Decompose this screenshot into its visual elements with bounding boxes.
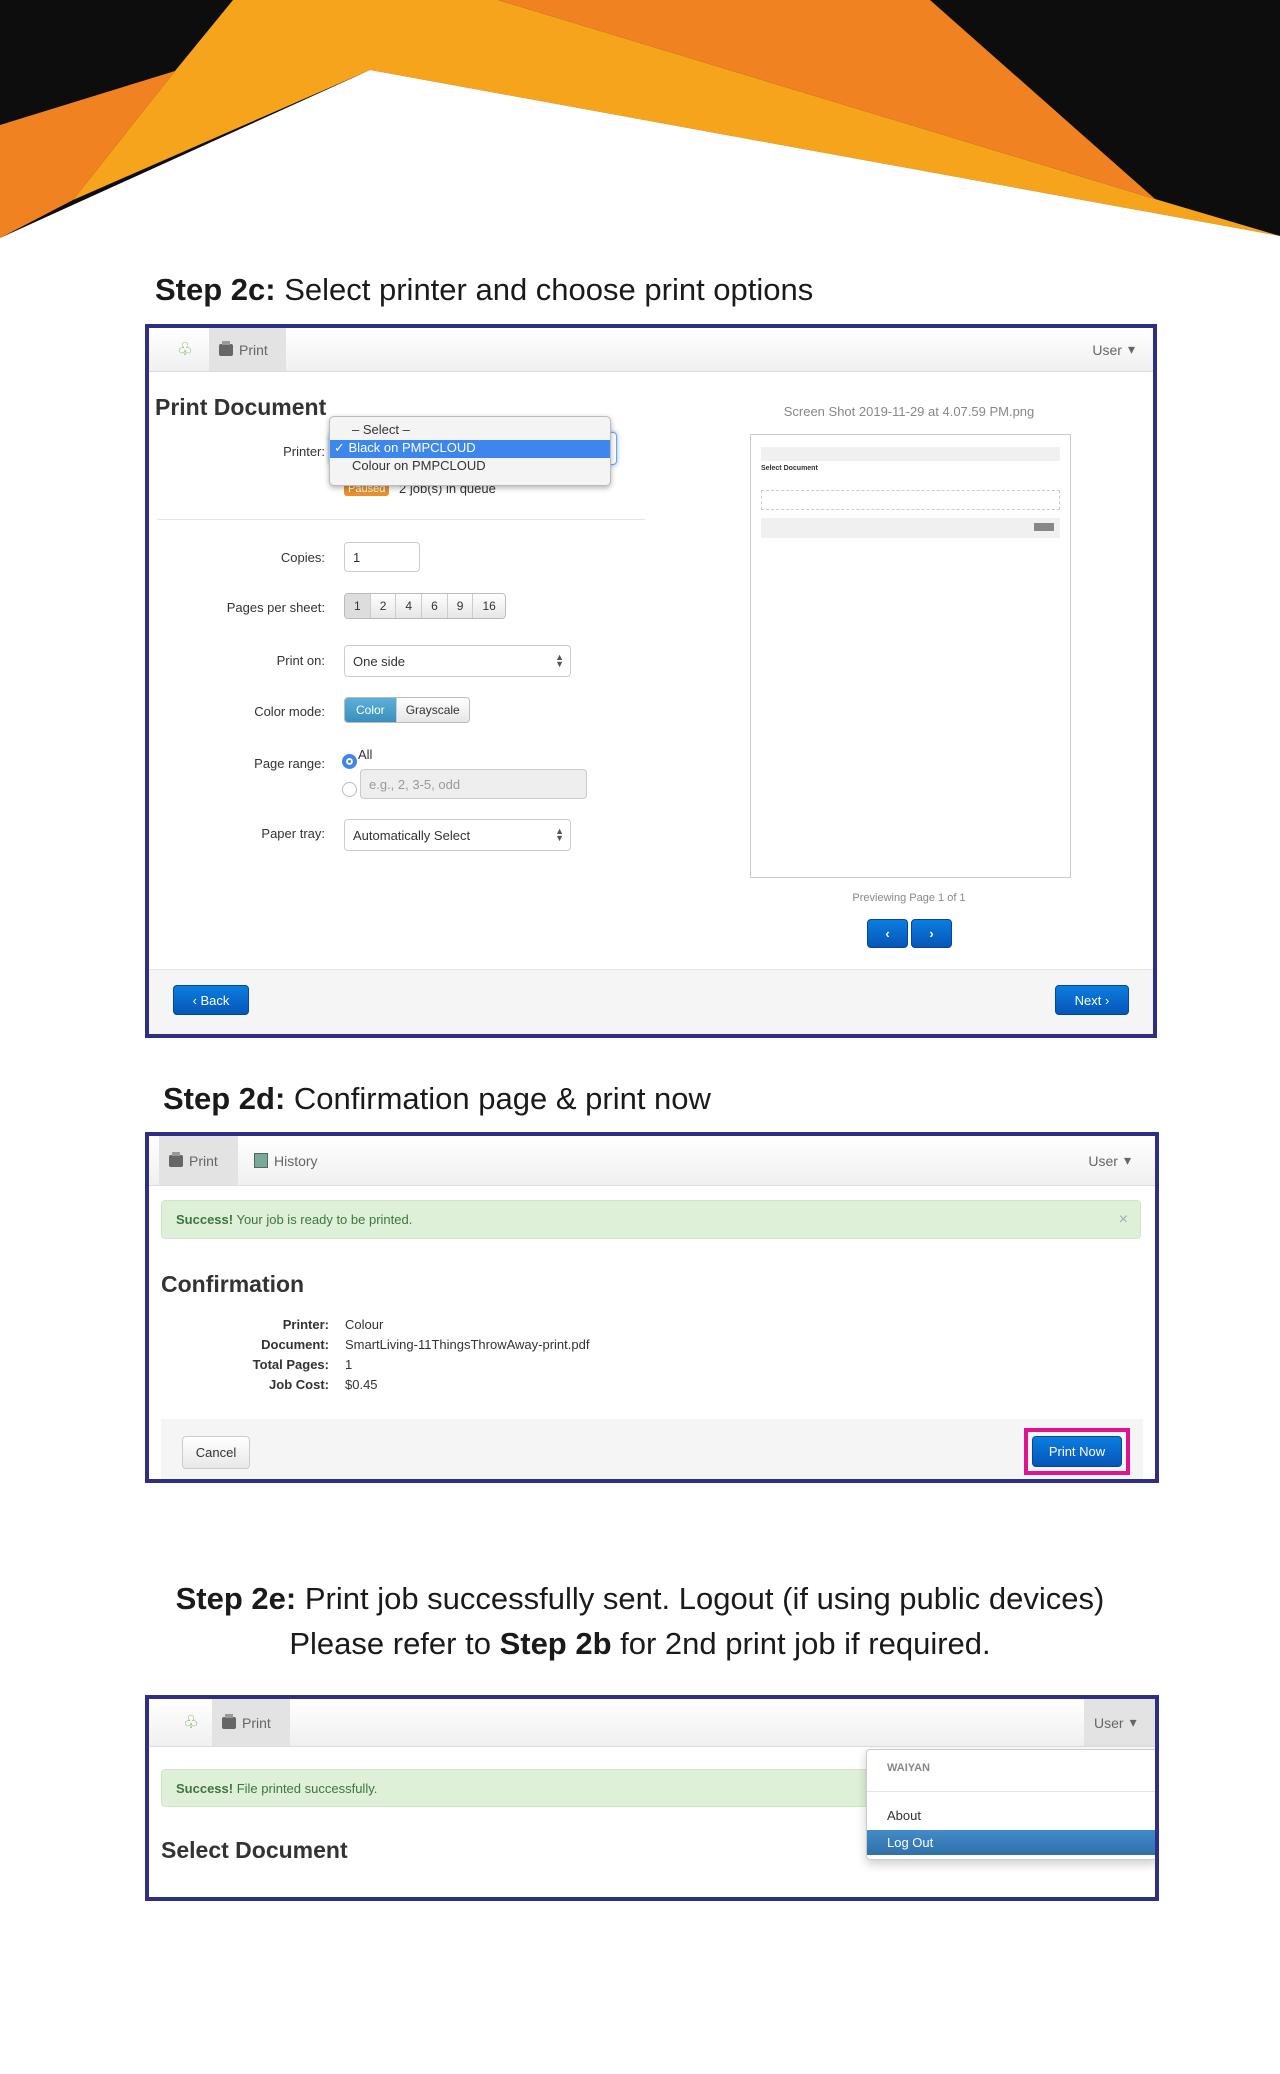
printer-icon — [219, 340, 233, 356]
preview-inner-title: Select Document — [761, 465, 818, 472]
preview-frame: Select Document — [750, 434, 1071, 878]
user-menu[interactable]: User ▾ — [1084, 1699, 1155, 1746]
printer-label: Printer: — [283, 444, 325, 459]
grayscale-button[interactable]: Grayscale — [396, 698, 469, 722]
option-black[interactable]: ✓ Black on PMPCLOUD — [330, 440, 610, 458]
next-button[interactable]: Next › — [1055, 985, 1129, 1015]
step-2c-screenshot: ♧ Print User ▾ Print Document Printer: ▲… — [145, 324, 1157, 1038]
divider — [157, 519, 645, 520]
navbar: Print History User ▾ — [149, 1136, 1155, 1186]
step-2d-screenshot: Print History User ▾ Success! Your job i… — [145, 1132, 1159, 1483]
radio-all[interactable] — [342, 754, 357, 769]
menu-logout[interactable]: Log Out — [867, 1830, 1155, 1855]
tab-print[interactable]: Print — [159, 1136, 238, 1185]
tree-icon[interactable]: ♧ — [167, 328, 203, 371]
print-on-label: Print on: — [276, 653, 325, 668]
page-range-input[interactable]: e.g., 2, 3-5, odd — [360, 769, 587, 799]
print-on-select[interactable]: One side ▲ ▼ — [344, 645, 571, 677]
page-title: Confirmation — [161, 1271, 305, 1297]
pps-1[interactable]: 1 — [345, 594, 371, 618]
radio-custom[interactable] — [342, 782, 357, 797]
detail-value: 1 — [345, 1357, 353, 1372]
cancel-button[interactable]: Cancel — [182, 1436, 250, 1469]
pps-16[interactable]: 16 — [473, 594, 505, 618]
user-menu[interactable]: User ▾ — [1078, 1136, 1141, 1185]
detail-value: $0.45 — [345, 1377, 378, 1392]
user-dropdown-menu: WAIYAN About Log Out — [866, 1749, 1155, 1860]
detail-label: Total Pages: — [252, 1357, 329, 1372]
navbar: ♧ Print User ▾ — [149, 1699, 1155, 1747]
header-decoration — [0, 0, 1280, 240]
page-range-label: Page range: — [254, 756, 325, 771]
prev-page-button[interactable]: ‹ — [867, 919, 908, 948]
step-2d-heading: Step 2d: Confirmation page & print now — [163, 1081, 711, 1116]
detail-label: Printer: — [282, 1317, 329, 1332]
menu-username: WAIYAN — [887, 1762, 930, 1774]
detail-label: Job Cost: — [269, 1377, 329, 1392]
close-icon[interactable]: × — [1119, 1211, 1128, 1229]
success-alert: Success! Your job is ready to be printed… — [161, 1200, 1141, 1239]
next-page-button[interactable]: › — [911, 919, 952, 948]
tab-history[interactable]: History — [244, 1136, 328, 1185]
tab-print[interactable]: Print — [209, 328, 286, 371]
preview-page-info: Previewing Page 1 of 1 — [852, 892, 966, 904]
calendar-icon — [254, 1153, 268, 1168]
pps-2[interactable]: 2 — [370, 594, 397, 618]
tree-icon[interactable]: ♧ — [173, 1699, 209, 1746]
option-select[interactable]: – Select – — [330, 422, 610, 440]
footer-bar — [161, 1419, 1143, 1479]
pps-4[interactable]: 4 — [396, 594, 423, 618]
step-2e-heading-line1: Step 2e: Print job successfully sent. Lo… — [175, 1581, 1105, 1616]
copies-label: Copies: — [280, 550, 325, 565]
pps-6[interactable]: 6 — [422, 594, 448, 618]
page-title: Select Document — [161, 1837, 348, 1863]
footer-bar — [149, 969, 1153, 1034]
paper-tray-label: Paper tray: — [261, 826, 325, 841]
step-2e-screenshot: ♧ Print User ▾ Success! File printed suc… — [145, 1695, 1159, 1901]
color-button[interactable]: Color — [345, 698, 397, 722]
pps-9[interactable]: 9 — [447, 594, 474, 618]
pages-per-sheet-label: Pages per sheet: — [226, 600, 325, 615]
copies-input[interactable]: 1 — [344, 542, 420, 572]
color-mode-group: Color Grayscale — [344, 697, 470, 723]
success-alert: Success! File printed successfully. — [161, 1769, 901, 1807]
preview-filename: Screen Shot 2019-11-29 at 4.07.59 PM.png — [783, 404, 1035, 419]
printer-icon — [222, 1713, 236, 1729]
radio-all-label: All — [358, 747, 373, 762]
pages-per-sheet-group: 1 2 4 6 9 16 — [344, 593, 506, 619]
printer-icon — [169, 1151, 183, 1167]
tab-print[interactable]: Print — [212, 1699, 290, 1746]
printer-dropdown: – Select – ✓ Black on PMPCLOUD Colour on… — [329, 416, 611, 486]
detail-value: Colour — [345, 1317, 384, 1332]
color-mode-label: Color mode: — [254, 704, 325, 719]
menu-about[interactable]: About — [887, 1808, 921, 1823]
navbar: ♧ Print User ▾ — [149, 328, 1153, 372]
step-2c-heading: Step 2c: Select printer and choose print… — [155, 272, 814, 307]
step-2e-heading-line2: Please refer to Step 2b for 2nd print jo… — [289, 1626, 991, 1661]
detail-value: SmartLiving-11ThingsThrowAway-print.pdf — [345, 1337, 590, 1352]
page-title: Print Document — [155, 394, 327, 420]
option-colour[interactable]: Colour on PMPCLOUD — [330, 458, 610, 476]
user-menu[interactable]: User ▾ — [1082, 328, 1145, 371]
back-button[interactable]: ‹ Back — [173, 985, 249, 1015]
print-now-button[interactable]: Print Now — [1032, 1436, 1122, 1467]
paper-tray-select[interactable]: Automatically Select ▲ ▼ — [344, 819, 571, 851]
detail-label: Document: — [261, 1337, 329, 1352]
